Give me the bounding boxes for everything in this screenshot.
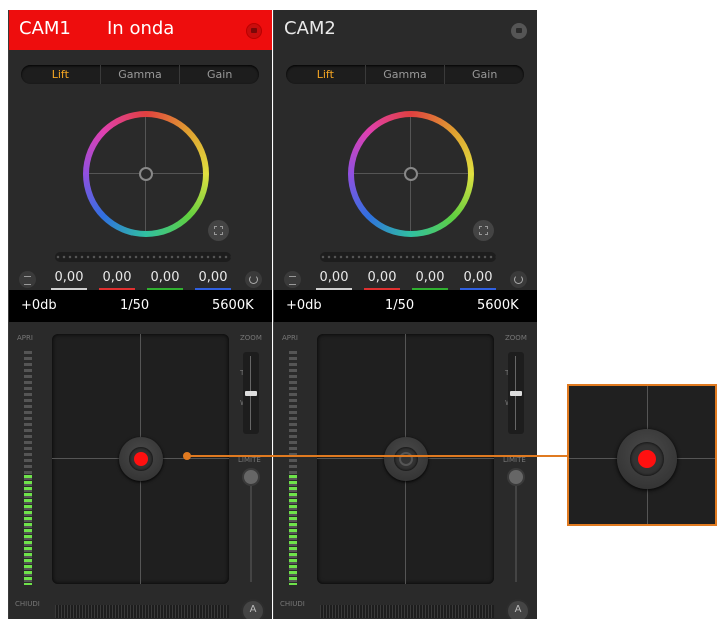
white-balance-value[interactable]: 5600K bbox=[477, 298, 519, 313]
color-wheel[interactable] bbox=[83, 111, 209, 237]
zoom-box-knob-ring bbox=[630, 442, 664, 476]
iris-pedestal-joypad[interactable] bbox=[317, 334, 494, 584]
on-air-status: In onda bbox=[107, 18, 175, 39]
shutter-value[interactable]: 1/50 bbox=[120, 298, 149, 313]
camera-header[interactable]: CAM1 In onda bbox=[9, 10, 272, 50]
lock-icon[interactable] bbox=[511, 23, 527, 39]
shutter-value[interactable]: 1/50 bbox=[385, 298, 414, 313]
camera-panel-cam2: CAM2 Lift Gamma Gain 0,00 0,00 0,00 0,00… bbox=[273, 10, 537, 619]
limit-slider-track[interactable] bbox=[515, 480, 517, 582]
value-red[interactable]: 0,00 bbox=[99, 270, 135, 290]
color-tabs: Lift Gamma Gain bbox=[286, 65, 524, 84]
auto-iris-icon[interactable] bbox=[508, 601, 528, 619]
camera-name: CAM1 bbox=[19, 18, 71, 39]
color-wheel-handle[interactable] bbox=[139, 167, 153, 181]
zoom-box-knob bbox=[617, 429, 677, 489]
limit-slider-knob[interactable] bbox=[244, 470, 258, 484]
zoom-slider-thumb[interactable] bbox=[245, 391, 257, 396]
iris-bar[interactable] bbox=[55, 605, 229, 618]
master-dial[interactable] bbox=[320, 252, 496, 262]
value-red[interactable]: 0,00 bbox=[364, 270, 400, 290]
value-blue[interactable]: 0,00 bbox=[460, 270, 496, 290]
lock-icon[interactable] bbox=[246, 23, 262, 39]
joypad-knob-ring bbox=[129, 447, 153, 471]
callout-zoom-box bbox=[567, 384, 717, 526]
zoom-label: ZOOM bbox=[240, 334, 262, 342]
limit-label: LIMITE bbox=[238, 456, 261, 464]
gain-value[interactable]: +0db bbox=[21, 298, 57, 313]
callout-line bbox=[186, 455, 567, 457]
iris-open-label: APRI bbox=[282, 334, 298, 342]
value-luma[interactable]: 0,00 bbox=[316, 270, 352, 290]
color-wheel-handle[interactable] bbox=[404, 167, 418, 181]
auto-iris-icon[interactable] bbox=[243, 601, 263, 619]
on-air-indicator-icon bbox=[638, 450, 656, 468]
color-correction-area: Lift Gamma Gain 0,00 0,00 0,00 0,00 bbox=[9, 50, 272, 290]
reset-icon[interactable] bbox=[510, 271, 527, 288]
tab-gamma[interactable]: Gamma bbox=[99, 65, 180, 84]
value-blue[interactable]: 0,00 bbox=[195, 270, 231, 290]
lens-control-area: APRI ZOOM T W LIMITE CHIUDI bbox=[9, 322, 272, 619]
menu-icon[interactable] bbox=[284, 271, 301, 288]
color-wheel-center bbox=[89, 117, 203, 231]
camera-panel-cam1: CAM1 In onda Lift Gamma Gain 0,00 0,00 0… bbox=[8, 10, 272, 619]
expand-icon[interactable] bbox=[208, 220, 229, 241]
iris-meter-level bbox=[289, 475, 297, 585]
limit-label: LIMITE bbox=[503, 456, 526, 464]
iris-pedestal-joypad[interactable] bbox=[52, 334, 229, 584]
zoom-slider[interactable] bbox=[508, 352, 524, 434]
lens-control-area: APRI ZOOM T W LIMITE CHIUDI bbox=[274, 322, 537, 619]
color-tabs: Lift Gamma Gain bbox=[21, 65, 259, 84]
joypad-knob-ring bbox=[394, 447, 418, 471]
iris-open-label: APRI bbox=[17, 334, 33, 342]
tab-gamma[interactable]: Gamma bbox=[364, 65, 445, 84]
value-luma[interactable]: 0,00 bbox=[51, 270, 87, 290]
white-balance-value[interactable]: 5600K bbox=[212, 298, 254, 313]
limit-slider-knob[interactable] bbox=[509, 470, 523, 484]
iris-meter-level bbox=[24, 475, 32, 585]
color-wheel[interactable] bbox=[348, 111, 474, 237]
camera-name: CAM2 bbox=[284, 18, 336, 39]
zoom-label: ZOOM bbox=[505, 334, 527, 342]
camera-header[interactable]: CAM2 bbox=[274, 10, 537, 50]
tab-gain[interactable]: Gain bbox=[444, 65, 524, 84]
joypad-knob[interactable] bbox=[119, 437, 163, 481]
iris-close-label: CHIUDI bbox=[280, 600, 305, 608]
camera-settings-strip: +0db 1/50 5600K bbox=[9, 290, 272, 322]
joypad-knob[interactable] bbox=[384, 437, 428, 481]
iris-close-label: CHIUDI bbox=[15, 600, 40, 608]
camera-settings-strip: +0db 1/50 5600K bbox=[274, 290, 537, 322]
menu-icon[interactable] bbox=[19, 271, 36, 288]
expand-icon[interactable] bbox=[473, 220, 494, 241]
value-green[interactable]: 0,00 bbox=[147, 270, 183, 290]
zoom-slider[interactable] bbox=[243, 352, 259, 434]
gain-value[interactable]: +0db bbox=[286, 298, 322, 313]
tab-lift[interactable]: Lift bbox=[286, 65, 365, 84]
master-dial[interactable] bbox=[55, 252, 231, 262]
reset-icon[interactable] bbox=[245, 271, 262, 288]
value-green[interactable]: 0,00 bbox=[412, 270, 448, 290]
limit-slider-track[interactable] bbox=[250, 480, 252, 582]
iris-bar[interactable] bbox=[320, 605, 494, 618]
callout-dot bbox=[183, 452, 191, 460]
tab-gain[interactable]: Gain bbox=[179, 65, 259, 84]
on-air-indicator-icon bbox=[134, 452, 148, 466]
tab-lift[interactable]: Lift bbox=[21, 65, 100, 84]
color-wheel-center bbox=[354, 117, 468, 231]
zoom-slider-thumb[interactable] bbox=[510, 391, 522, 396]
color-correction-area: Lift Gamma Gain 0,00 0,00 0,00 0,00 bbox=[274, 50, 537, 290]
